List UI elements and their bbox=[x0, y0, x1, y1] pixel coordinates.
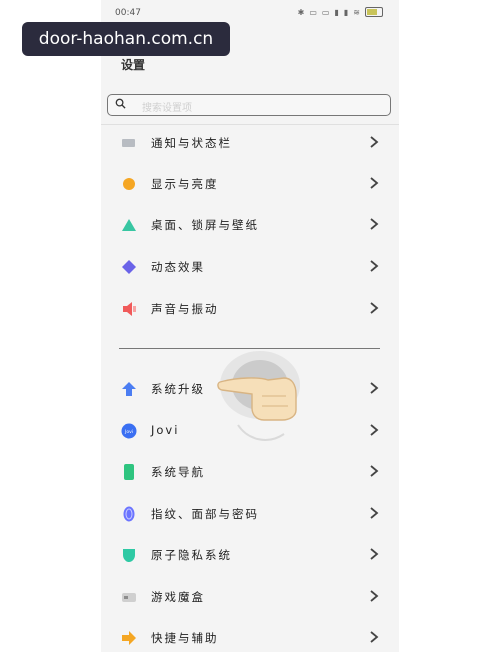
chevron-right-icon bbox=[370, 177, 379, 189]
chevron-right-icon bbox=[370, 260, 379, 272]
svg-text:Jovi: Jovi bbox=[124, 429, 133, 435]
list-item-privacy[interactable]: 原子隐私系统 bbox=[101, 534, 399, 574]
5g-icon: ▮ bbox=[343, 7, 349, 17]
navigation-icon bbox=[124, 464, 134, 480]
page-title: 设置 bbox=[121, 58, 146, 72]
list-item-notifications[interactable]: 通知与状态栏 bbox=[101, 122, 399, 162]
status-icons: ✱ ▭ ▭ ▮ ▮ ≋ bbox=[298, 7, 383, 17]
chevron-right-icon bbox=[370, 302, 379, 314]
4g-icon: ▮ bbox=[334, 7, 339, 17]
wallpaper-icon bbox=[122, 219, 136, 231]
bluetooth-icon: ✱ bbox=[297, 7, 305, 17]
item-label: 系统升级 bbox=[151, 382, 205, 396]
list-item-game[interactable]: 游戏魔盒 bbox=[101, 576, 399, 616]
chevron-right-icon bbox=[370, 548, 379, 560]
list-item-fingerprint[interactable]: 指纹、面部与密码 bbox=[101, 493, 399, 533]
chevron-right-icon bbox=[370, 382, 379, 394]
item-label: 显示与亮度 bbox=[151, 177, 219, 191]
privacy-icon bbox=[123, 549, 135, 562]
settings-screen: 00:47 ✱ ▭ ▭ ▮ ▮ ≋ 设置 搜索设置项 通知与状态栏 显示与亮度 … bbox=[101, 0, 399, 652]
item-label: 快捷与辅助 bbox=[151, 631, 219, 645]
game-icon bbox=[122, 593, 136, 602]
item-label: 游戏魔盒 bbox=[151, 590, 205, 604]
list-item-sound[interactable]: 声音与振动 bbox=[101, 288, 399, 328]
chevron-right-icon bbox=[370, 218, 379, 230]
jovi-icon: Jovi bbox=[121, 423, 137, 439]
item-label: 桌面、锁屏与壁纸 bbox=[151, 218, 259, 232]
sound-icon bbox=[123, 302, 136, 316]
list-item-shortcut[interactable]: 快捷与辅助 bbox=[101, 617, 399, 652]
fingerprint-icon bbox=[123, 506, 135, 522]
chevron-right-icon bbox=[370, 465, 379, 477]
wifi-icon: ≋ bbox=[353, 7, 360, 17]
nfc-icon: ▭ bbox=[309, 7, 317, 17]
status-time: 00:47 bbox=[115, 8, 141, 18]
chevron-right-icon bbox=[370, 507, 379, 519]
chevron-right-icon bbox=[370, 136, 379, 148]
search-input[interactable]: 搜索设置项 bbox=[107, 94, 391, 116]
battery-icon bbox=[365, 7, 383, 17]
chevron-right-icon bbox=[370, 590, 379, 602]
search-placeholder: 搜索设置项 bbox=[142, 103, 192, 114]
pointing-hand-icon bbox=[217, 351, 300, 441]
watermark-badge: door-haohan.com.cn bbox=[22, 22, 230, 56]
search-icon bbox=[115, 98, 126, 109]
item-label: 动态效果 bbox=[151, 260, 205, 274]
list-item-animation[interactable]: 动态效果 bbox=[101, 246, 399, 286]
item-label: 指纹、面部与密码 bbox=[151, 507, 259, 521]
item-label: 系统导航 bbox=[151, 465, 205, 479]
animation-icon bbox=[122, 260, 136, 274]
shortcut-icon bbox=[122, 631, 136, 645]
notification-icon bbox=[122, 139, 135, 147]
upgrade-icon bbox=[122, 382, 136, 396]
item-label: 原子隐私系统 bbox=[151, 548, 232, 562]
brightness-icon bbox=[123, 178, 135, 190]
item-label: 通知与状态栏 bbox=[151, 136, 232, 150]
list-item-wallpaper[interactable]: 桌面、锁屏与壁纸 bbox=[101, 204, 399, 244]
item-label: 声音与振动 bbox=[151, 302, 219, 316]
hd-icon: ▭ bbox=[321, 7, 330, 17]
chevron-right-icon bbox=[370, 631, 379, 643]
item-label: Jovi bbox=[151, 423, 180, 437]
chevron-right-icon bbox=[370, 424, 379, 436]
list-item-display[interactable]: 显示与亮度 bbox=[101, 163, 399, 203]
